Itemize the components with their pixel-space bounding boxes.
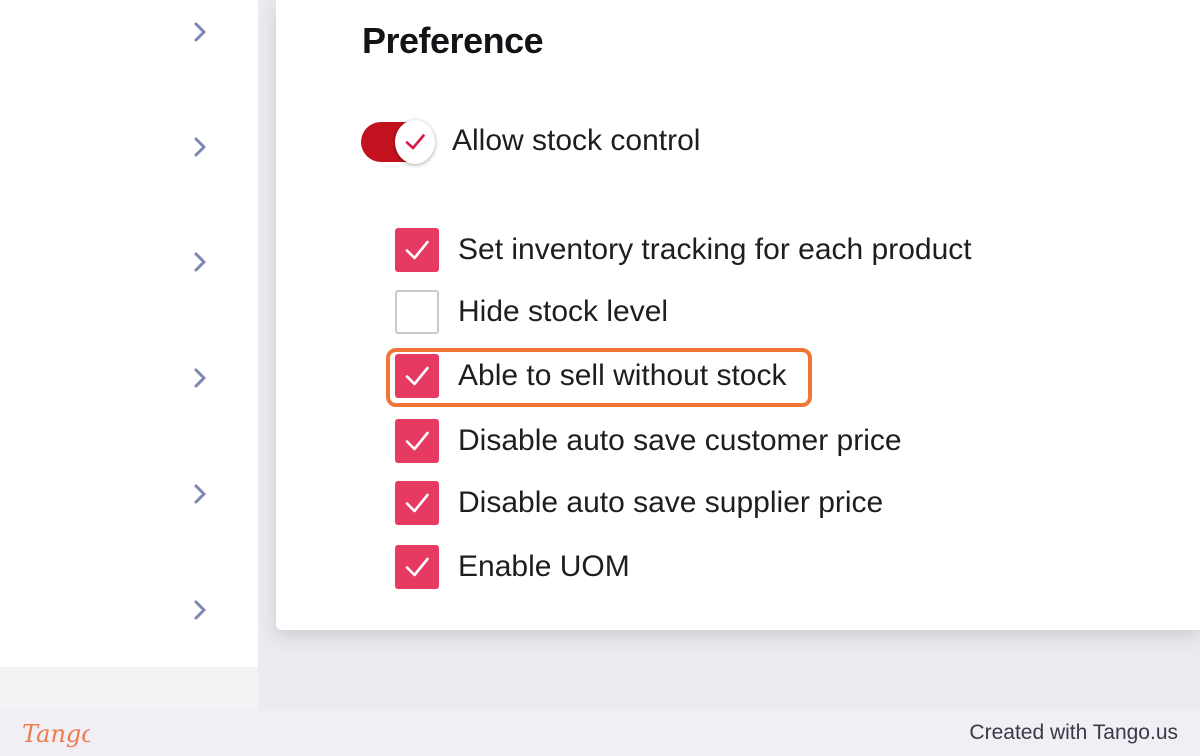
option-label: Hide stock level: [458, 295, 669, 328]
checkbox[interactable]: [395, 354, 439, 398]
checkbox[interactable]: [395, 419, 439, 463]
checkbox-option-sell-without-stock[interactable]: Able to sell without stock: [395, 353, 1015, 399]
checkbox[interactable]: [395, 290, 439, 334]
chevron-right-icon[interactable]: [186, 480, 214, 508]
checkbox[interactable]: [395, 545, 439, 589]
check-icon: [405, 134, 425, 150]
sidebar-footer-area: [0, 667, 258, 710]
checkbox[interactable]: [395, 228, 439, 272]
option-label: Disable auto save supplier price: [458, 486, 884, 519]
check-icon: [405, 240, 429, 260]
created-with-credit: Created with Tango.us: [969, 721, 1178, 744]
allow-stock-control-toggle[interactable]: [361, 120, 435, 164]
option-label: Set inventory tracking for each product: [458, 233, 972, 266]
svg-text:Tango: Tango: [22, 720, 90, 748]
checkbox-option-enable-uom[interactable]: Enable UOM: [395, 544, 1015, 590]
checkbox-option-disable-supplier-price[interactable]: Disable auto save supplier price: [395, 480, 1015, 526]
chevron-right-icon[interactable]: [186, 364, 214, 392]
checkbox-option-hide-stock-level[interactable]: Hide stock level: [395, 289, 1015, 335]
option-label: Enable UOM: [458, 550, 630, 583]
option-label: Disable auto save customer price: [458, 424, 902, 457]
checkbox-option-disable-customer-price[interactable]: Disable auto save customer price: [395, 418, 1015, 464]
check-icon: [405, 557, 429, 577]
toggle-knob: [395, 120, 435, 164]
check-icon: [405, 493, 429, 513]
chevron-right-icon[interactable]: [186, 133, 214, 161]
section-title: Preference: [362, 20, 544, 61]
chevron-right-icon[interactable]: [186, 18, 214, 46]
sidebar: [0, 0, 258, 710]
check-icon: [405, 366, 429, 386]
chevron-right-icon[interactable]: [186, 248, 214, 276]
option-label: Able to sell without stock: [458, 359, 787, 392]
checkbox-option-inventory-tracking[interactable]: Set inventory tracking for each product: [395, 227, 1015, 273]
toggle-label: Allow stock control: [452, 124, 701, 157]
checkbox[interactable]: [395, 481, 439, 525]
chevron-right-icon[interactable]: [186, 596, 214, 624]
check-icon: [405, 431, 429, 451]
tango-logo: Tango: [22, 720, 90, 748]
